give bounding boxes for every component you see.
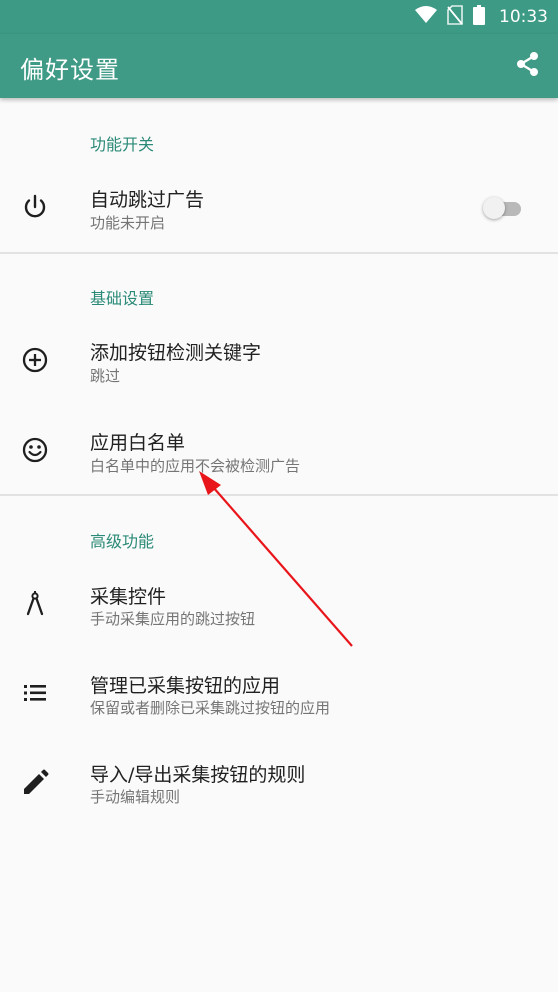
add-button-keyword-row[interactable]: 添加按钮检测关键字 跳过	[0, 316, 558, 406]
row-subtitle: 手动采集应用的跳过按钮	[90, 610, 256, 628]
row-subtitle: 保留或者删除已采集跳过按钮的应用	[90, 699, 331, 717]
manage-captured-apps-row[interactable]: 管理已采集按钮的应用 保留或者删除已采集跳过按钮的应用	[0, 649, 558, 739]
row-title: 采集控件	[90, 586, 167, 608]
row-title: 管理已采集按钮的应用	[90, 675, 281, 697]
page-title: 偏好设置	[20, 56, 120, 84]
row-subtitle: 功能未开启	[90, 214, 166, 232]
battery-icon	[473, 5, 485, 29]
status-bar: 10:33	[0, 0, 558, 34]
list-icon	[20, 678, 50, 708]
smiley-icon	[20, 435, 50, 465]
status-icons: 10:33	[415, 4, 548, 30]
row-title: 添加按钮检测关键字	[90, 342, 262, 364]
add-circle-icon	[20, 345, 50, 375]
section-title-advanced: 高级功能	[90, 532, 155, 551]
wifi-icon	[415, 6, 437, 28]
row-title: 导入/导出采集按钮的规则	[90, 764, 306, 786]
power-icon	[20, 192, 50, 222]
section-title-feature-switch: 功能开关	[90, 135, 155, 154]
no-sim-icon	[447, 5, 463, 29]
share-button[interactable]	[514, 52, 542, 80]
divider	[0, 494, 558, 496]
annotation-arrow	[199, 471, 353, 647]
auto-skip-ads-row[interactable]: 自动跳过广告 功能未开启	[0, 163, 558, 253]
row-subtitle: 白名单中的应用不会被检测广告	[90, 457, 301, 475]
row-subtitle: 手动编辑规则	[90, 788, 181, 806]
compass-icon	[20, 589, 50, 619]
row-title: 应用白名单	[90, 432, 186, 454]
edit-icon	[20, 768, 50, 798]
section-title-basic-settings: 基础设置	[90, 289, 155, 308]
app-whitelist-row[interactable]: 应用白名单 白名单中的应用不会被检测广告	[0, 405, 558, 495]
capture-controls-row[interactable]: 采集控件 手动采集应用的跳过按钮	[0, 559, 558, 649]
row-subtitle: 跳过	[90, 367, 121, 385]
row-title: 自动跳过广告	[90, 189, 205, 211]
divider	[0, 252, 558, 254]
share-icon	[515, 51, 541, 81]
auto-skip-toggle[interactable]	[483, 197, 525, 219]
import-export-rules-row[interactable]: 导入/导出采集按钮的规则 手动编辑规则	[0, 738, 558, 828]
toggle-thumb	[483, 197, 505, 219]
app-bar: 偏好设置	[0, 34, 558, 98]
status-time: 10:33	[499, 7, 548, 27]
